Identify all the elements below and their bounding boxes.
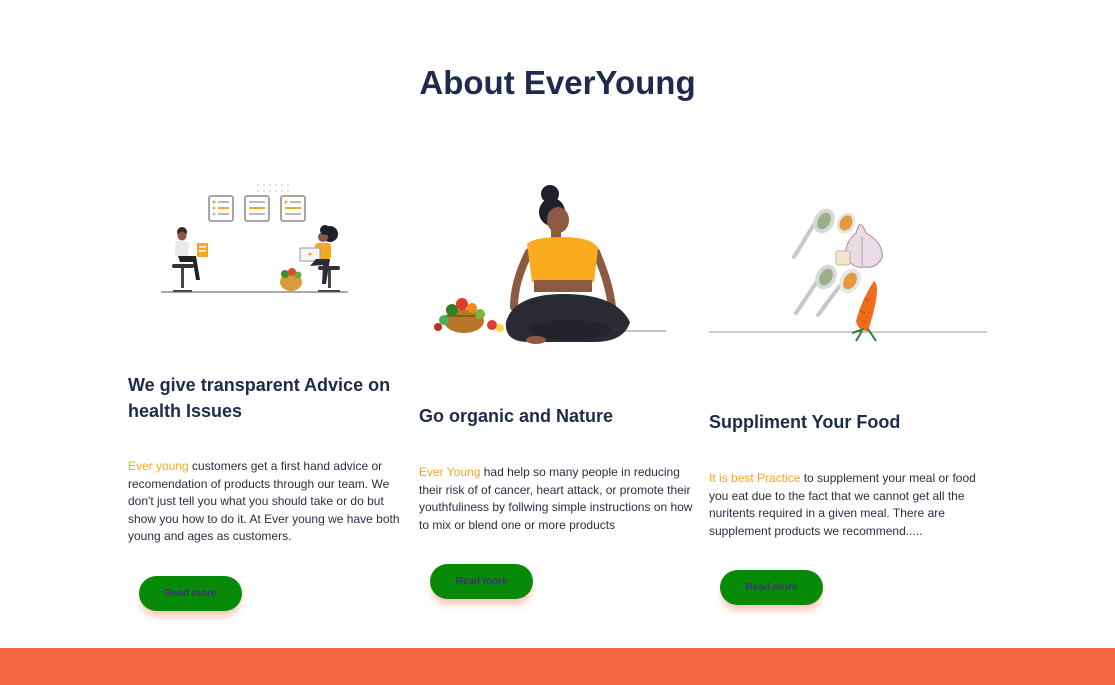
read-more-button[interactable]: Read more xyxy=(139,576,242,611)
card-description: Ever Young had help so many people in re… xyxy=(419,464,703,534)
brand-highlight: Ever young xyxy=(128,459,189,473)
yoga-meditation-icon xyxy=(434,185,666,344)
card-description: It is best Practice to supplement your m… xyxy=(709,470,979,540)
consultation-icon xyxy=(161,184,348,293)
footer-band xyxy=(0,648,1115,685)
card-heading: We give transparent Advice on health Iss… xyxy=(128,375,391,421)
page-title: About EverYoung xyxy=(419,64,696,101)
card-description: Ever young customers get a first hand ad… xyxy=(128,458,412,546)
brand-highlight: It is best Practice xyxy=(709,471,801,485)
read-more-button[interactable]: Read more xyxy=(430,564,533,599)
card-heading: Go organic and Nature xyxy=(419,406,614,426)
spices-vegetables-icon xyxy=(709,208,987,342)
read-more-button[interactable]: Read more xyxy=(720,570,823,605)
card-heading: Suppliment Your Food xyxy=(709,412,901,432)
brand-highlight: Ever Young xyxy=(419,465,481,479)
